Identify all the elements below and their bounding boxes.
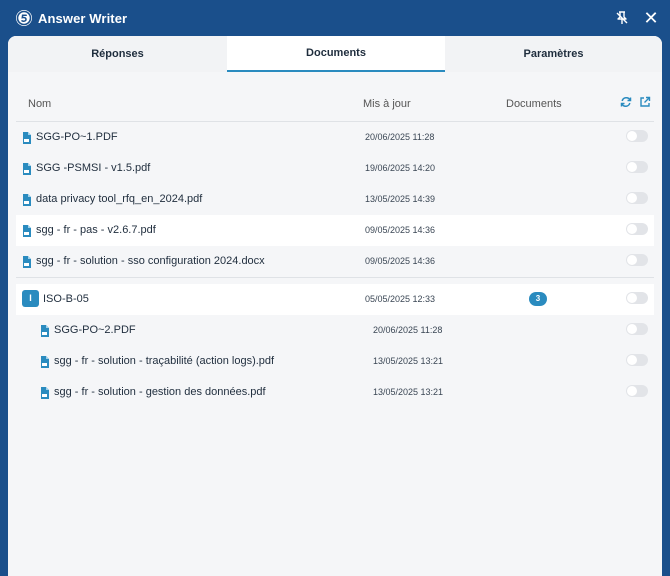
file-name[interactable]: sgg - fr - solution - sso configuration … [36,255,265,267]
file-icon [40,355,50,368]
file-name[interactable]: sgg - fr - solution - traçabilité (actio… [54,355,274,367]
tab-bar: Réponses Documents Paramètres [8,36,662,72]
file-name[interactable]: SGG-PO~1.PDF [36,131,118,143]
file-icon [22,131,32,144]
enable-toggle[interactable] [626,192,648,204]
folder-row[interactable]: I ISO-B-05 05/05/2025 12:33 3 [16,284,654,315]
enable-toggle[interactable] [626,130,648,142]
file-name[interactable]: data privacy tool_rfq_en_2024.pdf [36,193,202,205]
file-date: 13/05/2025 13:21 [373,387,444,397]
column-header-documents[interactable]: Documents [506,98,562,110]
folder-badge: I [22,290,39,307]
file-icon [40,386,50,399]
app-logo-icon [16,10,32,26]
file-date: 20/06/2025 11:28 [373,325,443,335]
open-external-icon[interactable] [639,96,651,108]
main-panel: Réponses Documents Paramètres Nom Mis à … [8,36,662,576]
refresh-icon[interactable] [620,96,632,108]
column-header-updated[interactable]: Mis à jour [363,98,411,110]
table-row[interactable]: data privacy tool_rfq_en_2024.pdf 13/05/… [16,184,654,216]
table-row[interactable]: SGG -PSMSI - v1.5.pdf 19/06/2025 14:20 [16,153,654,185]
tab-responses[interactable]: Réponses [8,36,227,72]
file-name[interactable]: sgg - fr - solution - gestion des donnée… [54,386,266,398]
app-title: Answer Writer [38,11,128,26]
tab-documents[interactable]: Documents [227,36,445,72]
file-date: 20/06/2025 11:28 [365,132,435,142]
close-icon[interactable]: ✕ [642,9,660,27]
file-date: 19/06/2025 14:20 [365,163,436,173]
document-count-badge: 3 [529,292,547,306]
file-date: 09/05/2025 14:36 [365,256,436,266]
enable-toggle[interactable] [626,254,648,266]
table-header: Nom Mis à jour Documents [16,92,654,120]
enable-toggle[interactable] [626,292,648,304]
child-row[interactable]: sgg - fr - solution - traçabilité (actio… [16,346,654,377]
unpin-icon[interactable] [614,10,630,26]
folder-date: 05/05/2025 12:33 [365,294,436,304]
enable-toggle[interactable] [626,223,648,235]
file-icon [22,255,32,268]
file-icon [40,324,50,337]
file-date: 09/05/2025 14:36 [365,225,436,235]
enable-toggle[interactable] [626,385,648,397]
enable-toggle[interactable] [626,323,648,335]
file-name[interactable]: sgg - fr - pas - v2.6.7.pdf [36,224,156,236]
file-name[interactable]: SGG -PSMSI - v1.5.pdf [36,162,150,174]
table-row[interactable]: sgg - fr - pas - v2.6.7.pdf 09/05/2025 1… [16,215,654,247]
tab-settings[interactable]: Paramètres [445,36,662,72]
column-header-name[interactable]: Nom [28,98,51,110]
title-bar: Answer Writer ✕ [0,0,670,36]
file-icon [22,193,32,206]
file-date: 13/05/2025 14:39 [365,194,436,204]
header-actions [616,96,651,111]
enable-toggle[interactable] [626,354,648,366]
table-row[interactable]: sgg - fr - solution - sso configuration … [16,246,654,278]
file-icon [22,162,32,175]
file-icon [22,224,32,237]
table-row[interactable]: SGG-PO~1.PDF 20/06/2025 11:28 [16,122,654,154]
folder-name[interactable]: ISO-B-05 [43,293,89,305]
enable-toggle[interactable] [626,161,648,173]
child-row[interactable]: SGG-PO~2.PDF 20/06/2025 11:28 [16,315,654,346]
file-date: 13/05/2025 13:21 [373,356,444,366]
child-row[interactable]: sgg - fr - solution - gestion des donnée… [16,377,654,408]
file-name[interactable]: SGG-PO~2.PDF [54,324,136,336]
